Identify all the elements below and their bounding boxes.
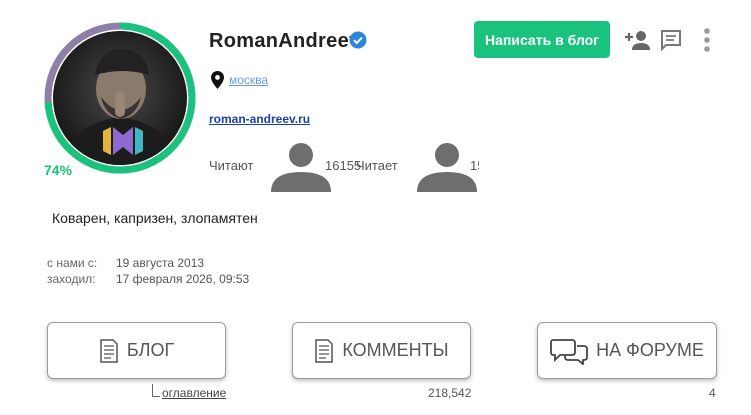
toc-link[interactable]: оглавление [162, 386, 226, 400]
more-options-icon[interactable] [702, 27, 712, 53]
document-icon [315, 338, 334, 363]
location-link[interactable]: москва [229, 73, 268, 87]
avatar[interactable] [44, 22, 196, 174]
profile-bio: Коварен, капризен, злопамятен [52, 210, 258, 226]
tab-forum-label: НА ФОРУМЕ [596, 340, 704, 360]
tab-comments-label: КОММЕНТЫ [342, 340, 449, 360]
followers-label: Читают [209, 158, 254, 173]
verified-badge-icon [349, 31, 367, 49]
last-visit-label: заходил: [47, 272, 96, 286]
write-to-blog-button[interactable]: Написать в блог [474, 21, 610, 58]
toc-bracket [152, 384, 160, 397]
document-icon [100, 338, 118, 363]
username: RomanAndreev [209, 30, 361, 52]
website-link[interactable]: roman-andreev.ru [209, 112, 310, 126]
tab-comments[interactable]: КОММЕНТЫ [292, 322, 471, 379]
tab-blog-label: БЛОГ [126, 340, 175, 360]
chat-bubbles-icon [550, 338, 589, 365]
location-pin-icon [211, 71, 224, 89]
following-label: Читает [356, 158, 398, 173]
avatar-photo [53, 31, 187, 165]
followers-avatar-icon[interactable] [270, 142, 332, 192]
comments-count: 218,542 [428, 386, 472, 400]
forum-posts-count: 4 [709, 386, 716, 400]
following-avatar-icon[interactable] [416, 142, 478, 192]
tab-blog[interactable]: БЛОГ [47, 322, 226, 379]
tab-forum[interactable]: НА ФОРУМЕ [537, 322, 717, 379]
joined-label: с нами с: [47, 256, 98, 270]
add-friend-icon[interactable] [624, 30, 650, 50]
last-visit-date: 17 февраля 2026, 09:53 [116, 272, 250, 286]
progress-percentage: 74% [44, 162, 73, 178]
following-count[interactable]: 15 [470, 158, 479, 173]
joined-date: 19 августа 2013 [116, 256, 205, 270]
message-icon[interactable] [660, 29, 682, 51]
